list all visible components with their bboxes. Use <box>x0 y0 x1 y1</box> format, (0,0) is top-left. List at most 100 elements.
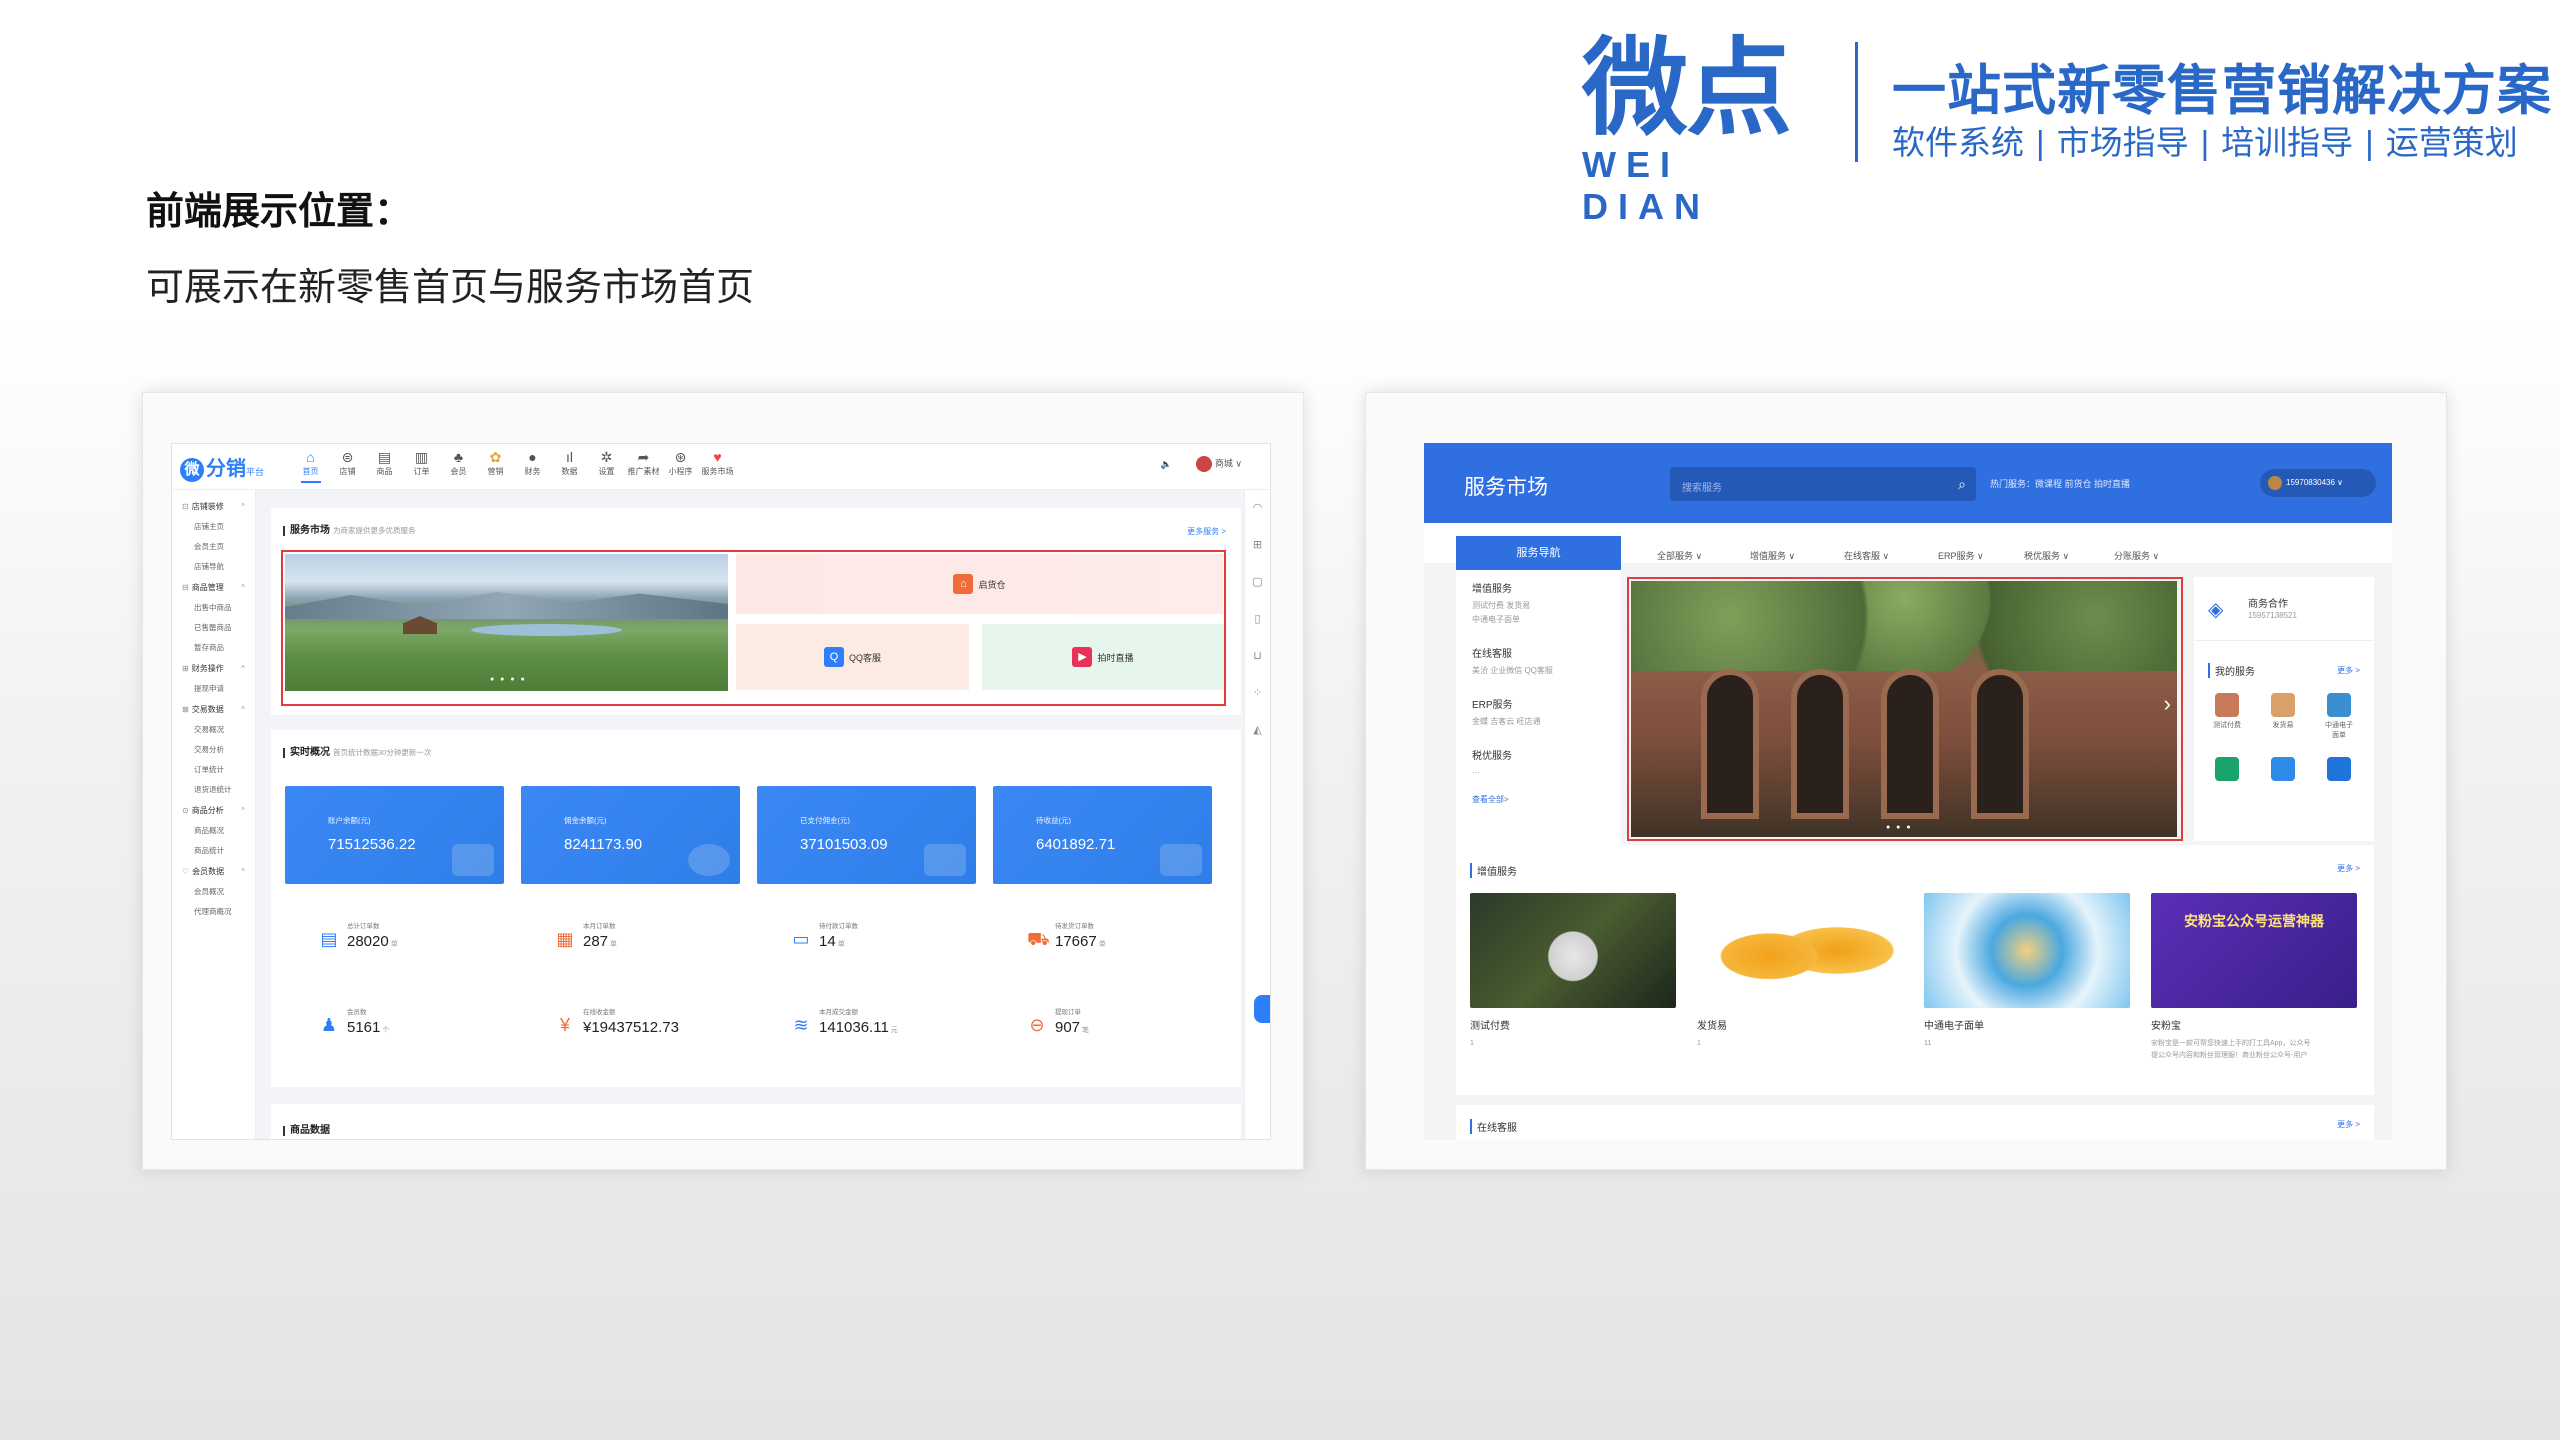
sidebar-item[interactable]: 已售罄商品 <box>172 618 255 638</box>
service-market-title: 服务市场 为商家提供更多优质服务 <box>283 526 416 536</box>
service-app[interactable]: 发货易 <box>2268 693 2298 730</box>
tab-tax[interactable]: 税优服务 ∨ <box>2024 549 2069 562</box>
nav-right: 🔈 商城 ∨ <box>1161 456 1242 472</box>
grid-icon[interactable]: ⁘ <box>1245 675 1270 712</box>
tab-value-added[interactable]: 增值服务 ∨ <box>1750 549 1795 562</box>
sidebar-item[interactable]: 退货退统计 <box>172 780 255 800</box>
nav-settings[interactable]: ✲ 设置 <box>588 448 625 483</box>
product-card[interactable]: 中通电子面单 11 <box>1924 893 2130 1050</box>
product-card[interactable]: 安粉宝公众号运营神器 安粉宝 安粉宝是一款可帮您快速上手的打工具App，公众号 … <box>2151 893 2357 1062</box>
app-icon <box>2215 757 2239 781</box>
service-app[interactable]: 测试付费 <box>2212 693 2242 730</box>
nav-orders[interactable]: ▥ 订单 <box>403 448 440 483</box>
sidebar-item[interactable]: 出售中商品 <box>172 598 255 618</box>
menu-category[interactable]: ERP服务 <box>1472 696 1621 711</box>
sidebar-item[interactable]: 店铺导航 <box>172 557 255 577</box>
sidebar-item[interactable]: 商品概况 <box>172 821 255 841</box>
menu-subitems[interactable]: 美洽 企业微信 QQ客服 <box>1472 664 1621 678</box>
sidebar: ⊡ 店铺装修 ^ 店铺主页 会员主页 店铺导航 ⊟ 商品管理 ^ 出售中商品 已售罄商品… <box>172 490 256 1139</box>
member-data-icon: ♡ <box>182 867 190 876</box>
stat-card[interactable]: 已支付佣金(元) 37101503.09 <box>757 786 976 884</box>
floating-chat-button[interactable] <box>1254 995 1270 1023</box>
speaker-icon[interactable]: 🔈 <box>1161 459 1172 470</box>
sidebar-item[interactable]: 订单统计 <box>172 760 255 780</box>
search-input[interactable]: 搜索服务 ⌕ <box>1670 467 1976 501</box>
nav-promo-material[interactable]: ➦ 推广素材 <box>625 448 662 483</box>
nav-goods[interactable]: ▤ 商品 <box>366 448 403 483</box>
sidebar-item[interactable]: 交易分析 <box>172 740 255 760</box>
sidebar-item[interactable]: 商品统计 <box>172 841 255 861</box>
sidebar-group[interactable]: ⊡ 店铺装修 ^ <box>172 496 255 517</box>
menu-subitems[interactable]: 测试付费 发货易 中通电子面单 <box>1472 599 1621 627</box>
menu-category[interactable]: 税优服务 <box>1472 747 1621 762</box>
sidebar-group[interactable]: ♡ 会员数据 ^ <box>172 861 255 882</box>
tab-erp[interactable]: ERP服务 ∨ <box>1938 549 1984 562</box>
highlight-box <box>1627 577 2183 841</box>
sidebar-group[interactable]: ⊠ 交易数据 ^ <box>172 699 255 720</box>
stat-card[interactable]: 佣金余额(元) 8241173.90 <box>521 786 740 884</box>
brand-logo-cn: 微点 <box>1582 30 1792 148</box>
sidebar-item[interactable]: 代理商概况 <box>172 902 255 922</box>
nav-mini-program[interactable]: ⊛ 小程序 <box>662 448 699 483</box>
hot-services[interactable]: 热门服务：微课程 前货仓 拍时直播 <box>1990 477 2130 490</box>
service-app[interactable]: 中通电子面单 <box>2324 693 2354 740</box>
sidebar-item[interactable]: 会员概况 <box>172 882 255 902</box>
tab-all-services[interactable]: 全部服务 ∨ <box>1657 549 1702 562</box>
headset-icon[interactable]: ◠ <box>1245 490 1270 527</box>
nav-data[interactable]: ıl 数据 <box>551 448 588 483</box>
money-icon: ¥ <box>559 1015 570 1035</box>
truck-icon: ⛟ <box>1027 929 1050 949</box>
service-market-icon: ♥ <box>713 449 722 465</box>
product-card[interactable]: 测试付费 1 <box>1470 893 1676 1050</box>
nav-marketing[interactable]: ✿ 营销 <box>477 448 514 483</box>
platform-logo[interactable]: 微分销平台 <box>180 452 264 482</box>
product-card[interactable]: 发货易 1 <box>1697 893 1903 1050</box>
nav-finance[interactable]: ● 财务 <box>514 448 551 483</box>
service-market-panel: 服务市场 为商家提供更多优质服务 更多服务 > ● ● ● ● ⌂ 启货仓 Q QQ客… <box>271 508 1241 715</box>
service-app[interactable] <box>2268 757 2298 784</box>
gear-icon: ✲ <box>600 449 613 465</box>
menu-category[interactable]: 增值服务 <box>1472 580 1621 595</box>
sidebar-item[interactable]: 交易概况 <box>172 720 255 740</box>
more-link[interactable]: 更多 > <box>2337 863 2360 874</box>
view-all-link[interactable]: 查看全部> <box>1472 794 1621 805</box>
sidebar-item[interactable]: 会员主页 <box>172 537 255 557</box>
sidebar-group[interactable]: ⊙ 商品分析 ^ <box>172 800 255 821</box>
bell-icon[interactable]: ◭ <box>1245 712 1270 749</box>
stat-card[interactable]: 账户余额(元) 71512536.22 <box>285 786 504 884</box>
count-item: ¥ 在线收金额 ¥19437512.73 <box>555 1006 681 1037</box>
tab-service-nav[interactable]: 服务导航 <box>1456 536 1621 570</box>
sidebar-item[interactable]: 提现申请 <box>172 679 255 699</box>
menu-subitems[interactable]: ··· <box>1472 766 1621 780</box>
my-services-more[interactable]: 更多 > <box>2337 665 2360 676</box>
user-menu[interactable]: 商城 ∨ <box>1195 456 1242 472</box>
message-icon[interactable]: ▢ <box>1245 564 1270 601</box>
sidebar-item[interactable]: 暂存商品 <box>172 638 255 658</box>
tab-split[interactable]: 分账服务 ∨ <box>2114 549 2159 562</box>
service-app[interactable] <box>2324 757 2354 784</box>
chevron-up-icon: ^ <box>241 583 245 592</box>
more-link[interactable]: 更多 > <box>2337 1119 2360 1130</box>
sidebar-group[interactable]: ⊞ 财务操作 ^ <box>172 658 255 679</box>
qr-icon[interactable]: ⊞ <box>1245 527 1270 564</box>
service-app[interactable] <box>2212 757 2242 784</box>
brand-services: 软件系统 | 市场指导 | 培训指导 | 运营策划 <box>1892 116 2518 164</box>
doc-icon[interactable]: ▯ <box>1245 601 1270 638</box>
menu-category[interactable]: 在线客服 <box>1472 645 1621 660</box>
menu-subitems[interactable]: 金蝶 吉客云 旺店通 <box>1472 715 1621 729</box>
nav-shop[interactable]: ⊜ 店铺 <box>329 448 366 483</box>
business-cooperation[interactable]: ◈ 商务合作 15957138521 <box>2194 577 2374 641</box>
count-item: ⛟ 待发货订单数 17667 单 <box>1027 923 1106 950</box>
search-icon[interactable]: ⌕ <box>1958 476 1966 493</box>
tab-online-cs[interactable]: 在线客服 ∨ <box>1844 549 1889 562</box>
nav-members[interactable]: ♣ 会员 <box>440 448 477 483</box>
nav-service-market[interactable]: ♥ 服务市场 <box>699 448 736 483</box>
sidebar-item[interactable]: 店铺主页 <box>172 517 255 537</box>
shop-icon: ⊜ <box>341 449 354 465</box>
user-menu[interactable]: 15970830436 ∨ <box>2260 469 2376 497</box>
sidebar-group[interactable]: ⊟ 商品管理 ^ <box>172 577 255 598</box>
cart-icon[interactable]: ⊔ <box>1245 638 1270 675</box>
nav-home[interactable]: ⌂ 首页 <box>292 448 329 483</box>
more-services-link[interactable]: 更多服务 > <box>1187 526 1226 537</box>
stat-card[interactable]: 待收益(元) 6401892.71 <box>993 786 1212 884</box>
